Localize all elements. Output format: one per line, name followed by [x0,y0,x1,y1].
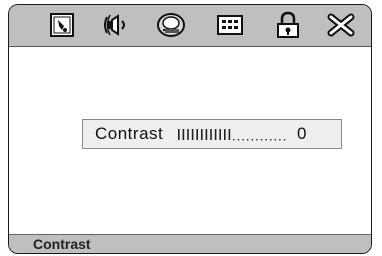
audio-setup-icon[interactable] [102,11,132,39]
status-footer: Contrast [9,234,371,253]
level-tick [224,129,226,140]
system-setup-icon[interactable] [47,11,77,39]
setting-label: Contrast [95,124,164,143]
level-tick [228,129,231,140]
level-dot [274,139,276,141]
footer-title: Contrast [33,236,91,252]
display-setup-icon[interactable] [215,11,245,39]
level-dot [279,139,281,141]
exit-icon[interactable] [326,11,356,39]
level-tick [191,129,194,140]
level-dot [270,139,272,141]
setting-value: 0 [297,124,307,143]
contrast-setting-panel[interactable]: Contrast 0 [82,119,342,149]
level-dot [247,139,249,141]
lock-icon[interactable] [273,11,303,39]
contrast-level-bar[interactable] [176,128,336,142]
level-dot [251,139,253,141]
level-tick [205,129,208,140]
level-dot [233,139,235,141]
level-tick [196,129,198,140]
level-tick [187,129,189,140]
level-dot [256,139,258,141]
video-setup-icon[interactable] [156,11,186,39]
level-tick [214,129,217,140]
level-tick [210,129,212,140]
osd-menu-window: Contrast 0 Contrast [8,4,372,254]
level-dot [260,139,263,141]
level-dot [242,139,244,141]
level-tick [219,129,221,140]
level-dot [265,139,267,141]
level-dot [237,139,240,141]
level-tick [178,129,180,140]
level-tick [182,129,185,140]
menu-toolbar [9,5,371,47]
level-tick [201,129,203,140]
level-dot [283,139,286,141]
